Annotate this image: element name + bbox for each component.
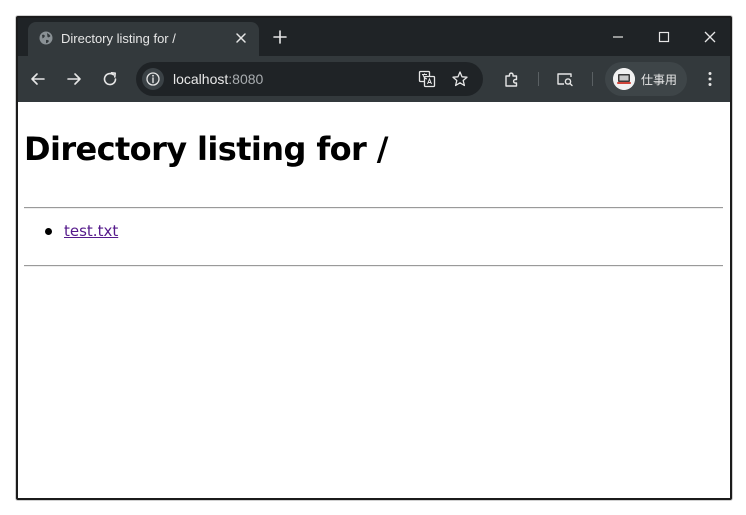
- profile-button[interactable]: 仕事用: [605, 62, 687, 96]
- address-bar[interactable]: localhost:8080: [136, 62, 483, 96]
- globe-icon: [39, 31, 53, 45]
- arrow-right-icon[interactable]: [64, 69, 84, 89]
- page-title: Directory listing for /: [24, 130, 388, 168]
- media-search-icon[interactable]: [555, 69, 575, 89]
- avatar-icon: [613, 68, 635, 90]
- minimize-icon[interactable]: [605, 25, 631, 49]
- tab-title: Directory listing for /: [61, 31, 176, 46]
- close-icon[interactable]: [233, 30, 249, 46]
- divider-top: [24, 207, 723, 209]
- url-host: localhost: [173, 71, 229, 87]
- toolbar: localhost:8080 仕事用: [18, 56, 730, 102]
- star-icon[interactable]: [451, 70, 469, 88]
- browser-window: Directory listing for / localhost:8080 仕…: [16, 16, 732, 500]
- url-port: :8080: [228, 71, 264, 87]
- toolbar-divider: [538, 72, 539, 86]
- page-content: Directory listing for / test.txt: [18, 102, 730, 498]
- reload-icon[interactable]: [100, 69, 120, 89]
- toolbar-divider: [592, 72, 593, 86]
- bullet: [45, 228, 52, 235]
- url-text[interactable]: localhost:8080: [173, 71, 263, 87]
- extensions-icon[interactable]: [502, 69, 522, 89]
- file-link-test-txt[interactable]: test.txt: [64, 222, 118, 240]
- site-info-button[interactable]: [142, 68, 164, 90]
- divider-bottom: [24, 265, 723, 267]
- tab-strip: Directory listing for /: [18, 18, 730, 56]
- tab-active[interactable]: Directory listing for /: [28, 22, 259, 56]
- arrow-left-icon[interactable]: [28, 69, 48, 89]
- maximize-icon[interactable]: [651, 25, 677, 49]
- plus-icon[interactable]: [270, 27, 290, 47]
- info-icon: [146, 72, 160, 86]
- translate-icon[interactable]: [418, 70, 436, 88]
- profile-name: 仕事用: [641, 73, 678, 87]
- more-vert-icon[interactable]: [700, 69, 720, 89]
- avatar: [613, 68, 635, 90]
- window-close-icon[interactable]: [697, 25, 723, 49]
